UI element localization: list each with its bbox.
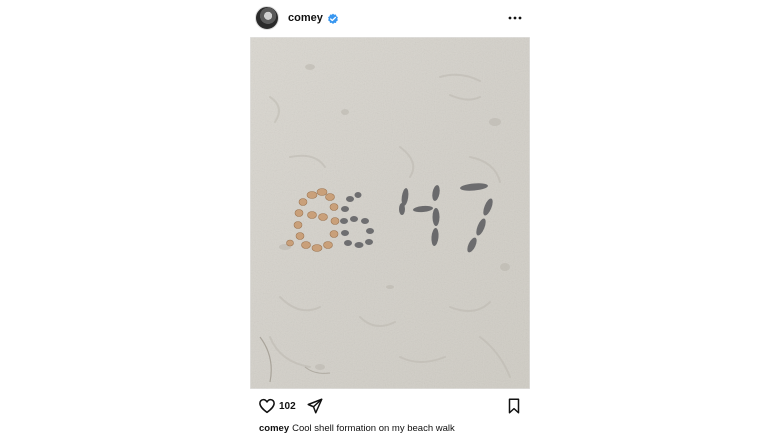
avatar[interactable]: [255, 6, 279, 30]
share-button[interactable]: [306, 397, 324, 415]
post-photo[interactable]: [250, 37, 530, 389]
verified-badge-icon: [327, 12, 339, 24]
post-action-bar: 102: [250, 395, 530, 417]
caption-username[interactable]: comey: [259, 423, 289, 434]
beach-sand-shells-photo: [250, 37, 530, 389]
more-options-button[interactable]: [506, 9, 524, 27]
like-button[interactable]: [258, 397, 276, 415]
username[interactable]: comey: [288, 12, 323, 24]
caption-text: Cool shell formation on my beach walk: [292, 423, 455, 434]
post-caption: comey Cool shell formation on my beach wa…: [259, 423, 559, 435]
like-count: 102: [279, 400, 296, 412]
bookmark-icon: [508, 398, 520, 414]
save-button[interactable]: [506, 397, 522, 415]
heart-icon: [259, 398, 275, 414]
more-horizontal-icon: [508, 16, 522, 20]
send-icon: [307, 398, 323, 414]
post-header: comey: [250, 4, 530, 32]
